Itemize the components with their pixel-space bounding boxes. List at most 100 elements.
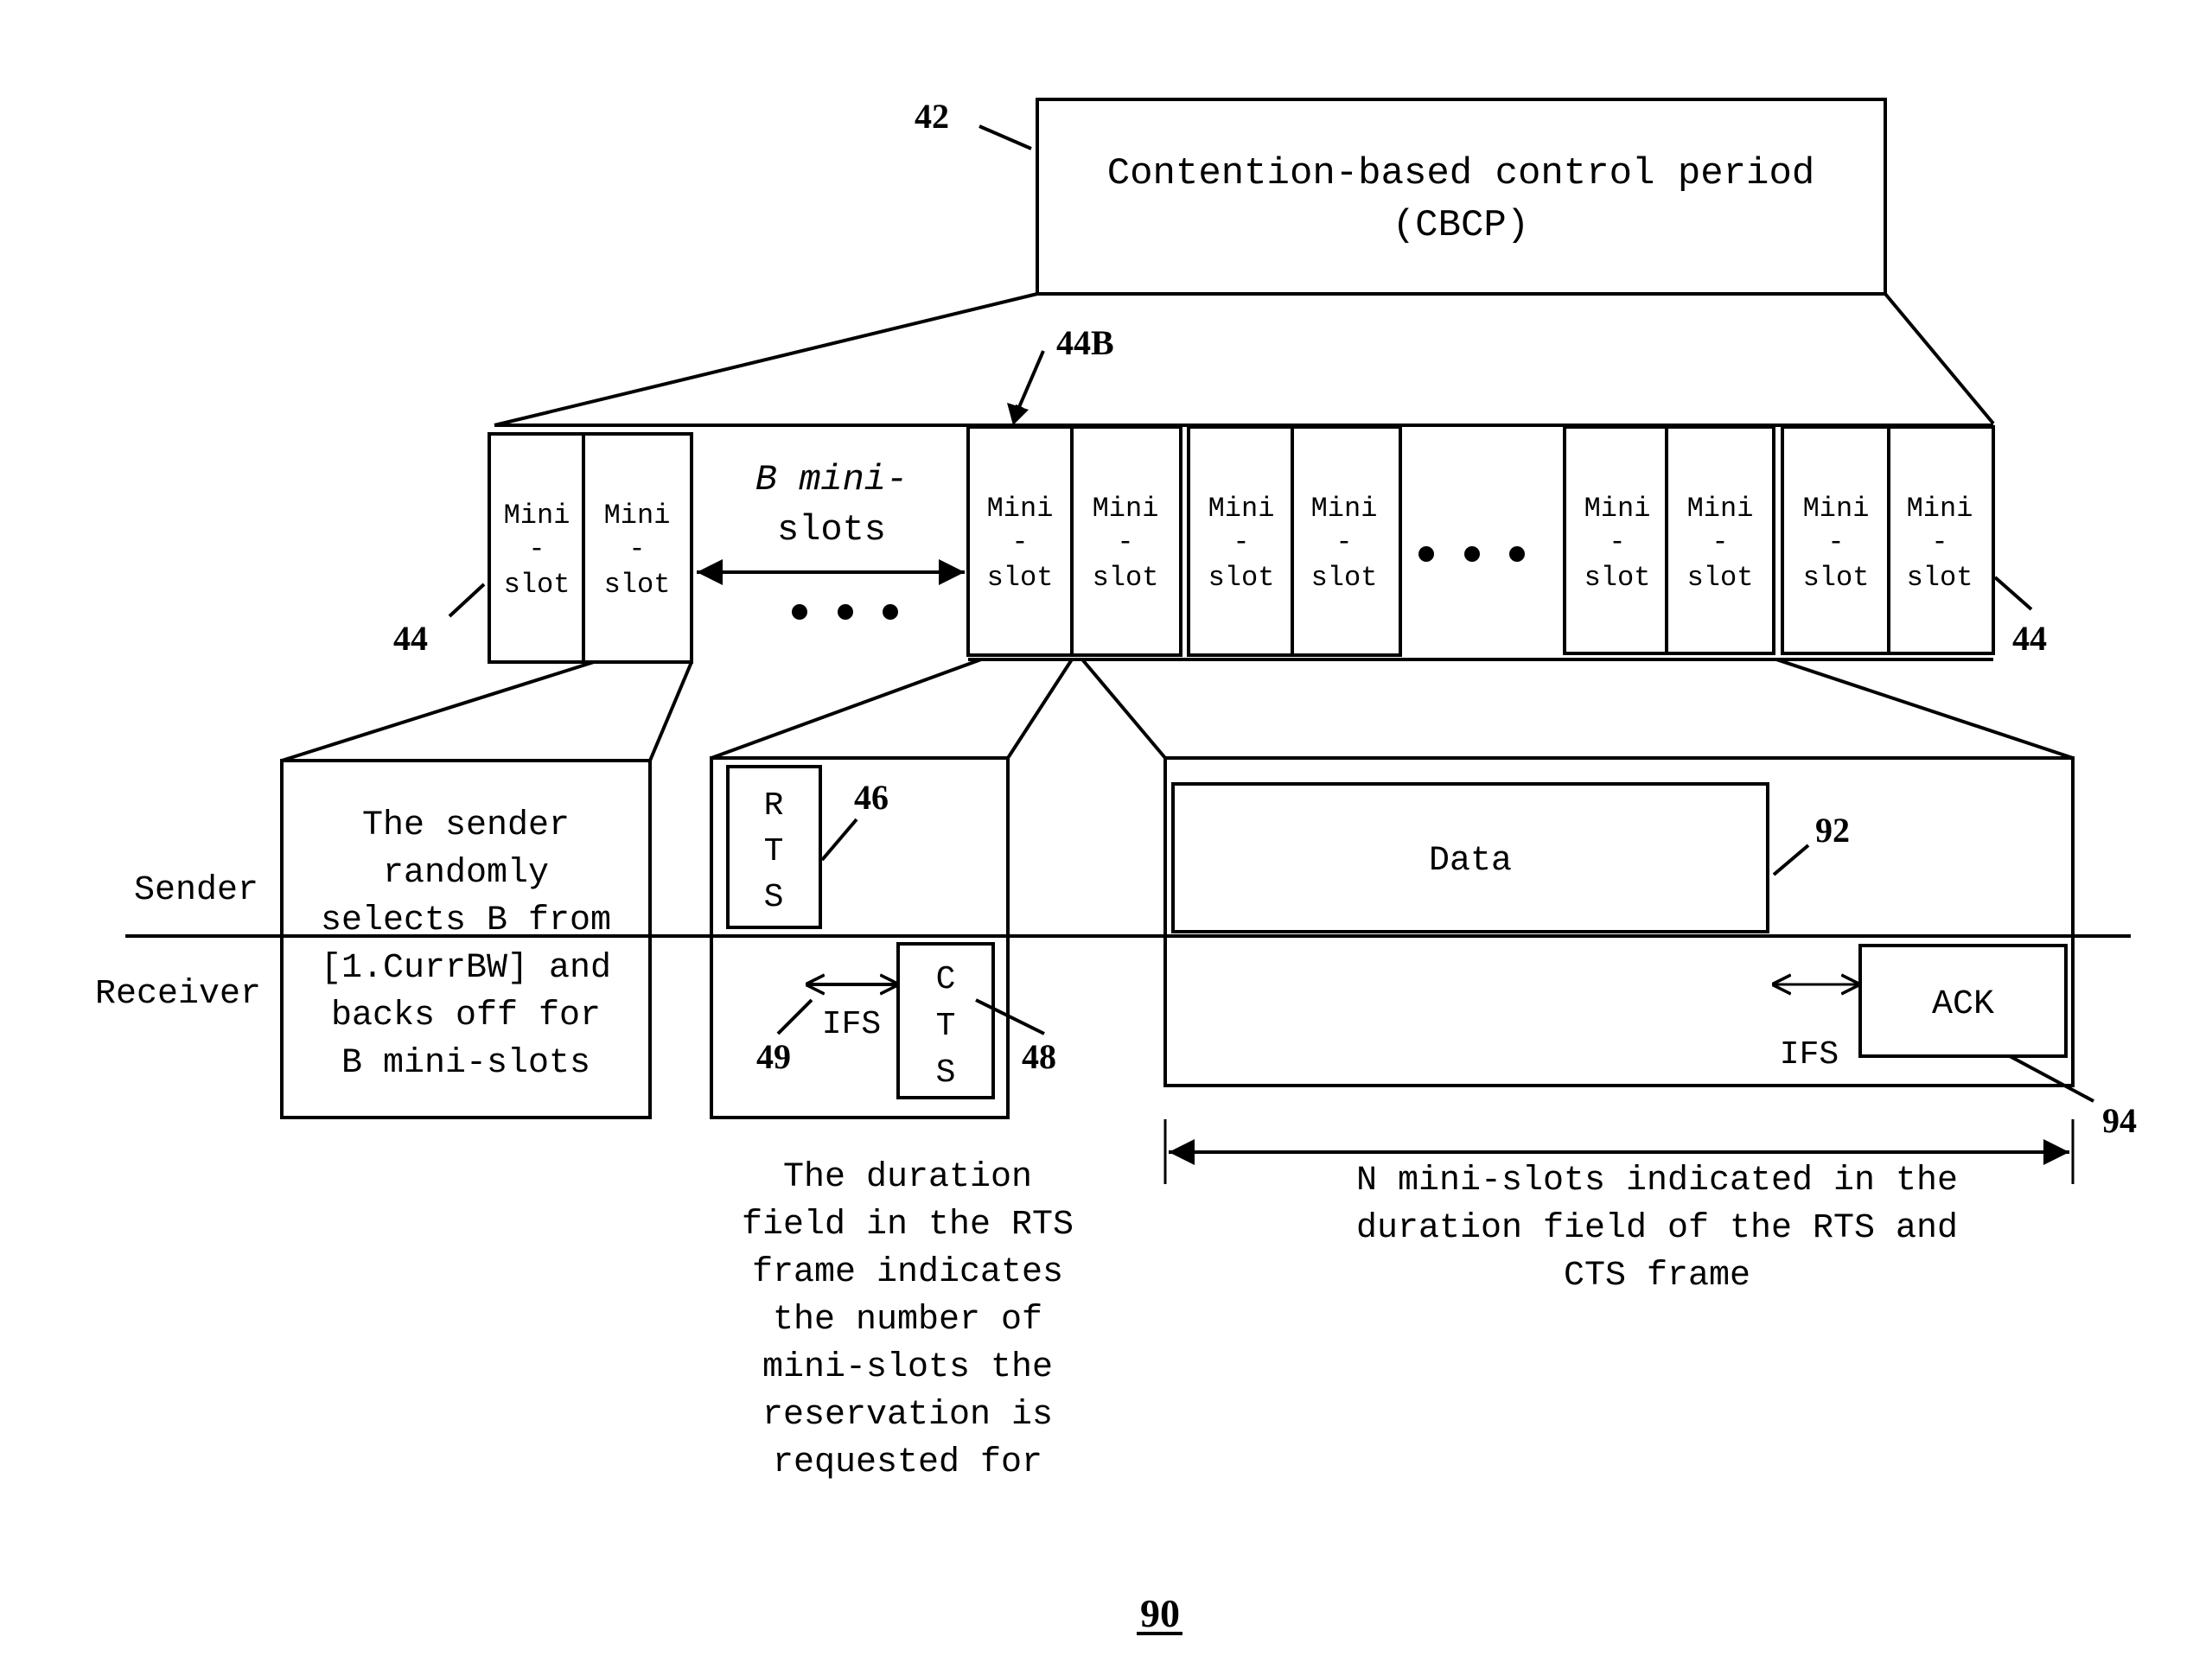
mini-slot-label: slot xyxy=(1584,562,1651,594)
mini-slot-label: slot xyxy=(1907,562,1973,594)
expand-line-rtscts-right xyxy=(1006,658,1074,760)
mini-slot-label: slot xyxy=(1093,562,1159,594)
ref-44b-label: 44B xyxy=(1056,323,1114,362)
ref-44-left-leader xyxy=(448,583,486,618)
mini-slot-label: - xyxy=(1712,526,1728,558)
mini-slot-label: Mini xyxy=(504,500,571,532)
expand-line-data-left xyxy=(1081,658,1167,760)
ellipsis-dot xyxy=(1509,546,1525,562)
ellipsis-dots-2 xyxy=(1418,546,1525,562)
cbcp-title-line2: (CBCP) xyxy=(1393,204,1529,247)
mini-slot-label: slot xyxy=(1208,562,1275,594)
mini-slot-label: slot xyxy=(1311,562,1378,594)
mini-slot-label: Mini xyxy=(1093,493,1159,525)
cbcp-box xyxy=(1036,98,1887,296)
ref-46-label: 46 xyxy=(854,778,889,817)
backoff-text-line: [1.CurrBW] and xyxy=(321,949,611,988)
mini-slot-label: Mini xyxy=(1907,493,1973,525)
ellipsis-dots-1 xyxy=(792,604,898,620)
mini-slot-label: - xyxy=(628,533,645,565)
mini-slot-label: - xyxy=(1827,526,1844,558)
ref-44-right-leader xyxy=(1993,576,2033,611)
ref-44-right-label: 44 xyxy=(2012,619,2047,658)
mini-slot-label: slot xyxy=(504,569,571,601)
backoff-text-line: selects B from xyxy=(321,901,611,940)
backoff-text-line: The sender xyxy=(362,806,570,845)
backoff-text-line: B mini-slots xyxy=(341,1044,590,1083)
ellipsis-dot xyxy=(792,604,807,620)
n-span-caption: N mini-slots indicated in the duration f… xyxy=(1356,1162,1958,1296)
mini-slot-label: - xyxy=(528,533,545,565)
ellipsis-dot xyxy=(1418,546,1434,562)
expand-line-rtscts-left xyxy=(711,658,982,760)
expand-line-right xyxy=(1884,292,1995,425)
ref-92-label: 92 xyxy=(1815,811,1850,850)
ref-42-label: 42 xyxy=(915,97,949,136)
caption-line: The duration xyxy=(783,1158,1032,1197)
mini-slot-label: - xyxy=(1609,526,1625,558)
lane-label-sender: Sender xyxy=(134,871,258,910)
mini-slot-group-1: Mini - slot Mini - slot xyxy=(488,432,693,664)
mini-slot-label: slot xyxy=(1687,562,1754,594)
rts-letter: S xyxy=(764,879,784,916)
backoff-text-line: randomly xyxy=(383,854,549,893)
expand-line-left xyxy=(494,292,1038,427)
mini-slot-label: - xyxy=(1335,526,1352,558)
mini-slot-label: Mini xyxy=(987,493,1054,525)
mini-slot-label: slot xyxy=(987,562,1054,594)
backoff-span-label-line1: B mini- xyxy=(755,459,908,500)
mini-slot-label: Mini xyxy=(1311,493,1378,525)
caption-line: field in the RTS xyxy=(742,1206,1074,1245)
mini-slot-label: Mini xyxy=(604,500,671,532)
caption-line: reservation is xyxy=(762,1396,1053,1435)
caption-line: mini-slots the xyxy=(762,1348,1053,1387)
mini-slot-label: Mini xyxy=(1803,493,1870,525)
lane-label-receiver: Receiver xyxy=(95,975,261,1014)
mini-slot-label: Mini xyxy=(1687,493,1754,525)
cbcp-block: Contention-based control period (CBCP) 4… xyxy=(915,97,1887,296)
mini-slot-label: Mini xyxy=(1584,493,1651,525)
ellipsis-dot xyxy=(883,604,898,620)
ref-49-label: 49 xyxy=(756,1037,791,1076)
caption-line: requested for xyxy=(773,1443,1042,1482)
mini-slot-group-4: Mini - slot Mini - slot xyxy=(1563,425,1775,655)
ref-42-leader xyxy=(979,124,1032,150)
data-frame-label: Data xyxy=(1429,842,1512,881)
mini-slot-label: Mini xyxy=(1208,493,1275,525)
ref-48-label: 48 xyxy=(1022,1037,1056,1076)
mini-slot-group-3: Mini - slot Mini - slot xyxy=(1187,425,1402,657)
ellipsis-dot xyxy=(838,604,853,620)
ref-44b-arrow xyxy=(1015,350,1045,414)
backoff-text-line: backs off for xyxy=(331,997,601,1035)
backoff-span-label-line2: slots xyxy=(777,509,886,551)
cbcp-title-line1: Contention-based control period xyxy=(1107,152,1815,195)
expand-line-data-right xyxy=(1775,658,2074,760)
ifs-label-rts-cts: IFS xyxy=(822,1006,881,1043)
expand-line-backoff-left xyxy=(281,660,595,762)
rts-letter: T xyxy=(764,833,784,870)
mini-slot-label: slot xyxy=(1803,562,1870,594)
mini-slot-label: slot xyxy=(604,569,671,601)
caption-line: frame indicates xyxy=(752,1253,1063,1292)
cbcp-diagram: Contention-based control period (CBCP) 4… xyxy=(95,97,2137,1635)
mini-slot-label: - xyxy=(1117,526,1133,558)
figure-number: 90 xyxy=(1140,1591,1180,1635)
ellipsis-dot xyxy=(1464,546,1480,562)
ack-frame-label: ACK xyxy=(1932,985,1994,1024)
cts-letter: S xyxy=(936,1054,956,1092)
rts-letter: R xyxy=(764,787,784,825)
expand-line-backoff-right xyxy=(648,661,693,761)
mini-slot-group-2: Mini - slot Mini - slot xyxy=(966,425,1182,657)
ifs-label-data-ack: IFS xyxy=(1780,1036,1839,1073)
caption-line: duration field of the RTS and xyxy=(1356,1209,1958,1248)
cts-letter: C xyxy=(936,961,956,998)
mini-slot-label: - xyxy=(1233,526,1249,558)
caption-line: the number of xyxy=(773,1301,1042,1340)
ref-94-label: 94 xyxy=(2102,1101,2137,1140)
cts-letter: T xyxy=(936,1008,956,1045)
mini-slot-group-5: Mini - slot Mini - slot xyxy=(1781,425,1995,655)
rts-duration-caption: The duration field in the RTS frame indi… xyxy=(742,1158,1074,1482)
caption-line: CTS frame xyxy=(1564,1257,1750,1296)
mini-slot-label: - xyxy=(1011,526,1028,558)
caption-line: N mini-slots indicated in the xyxy=(1356,1162,1958,1201)
